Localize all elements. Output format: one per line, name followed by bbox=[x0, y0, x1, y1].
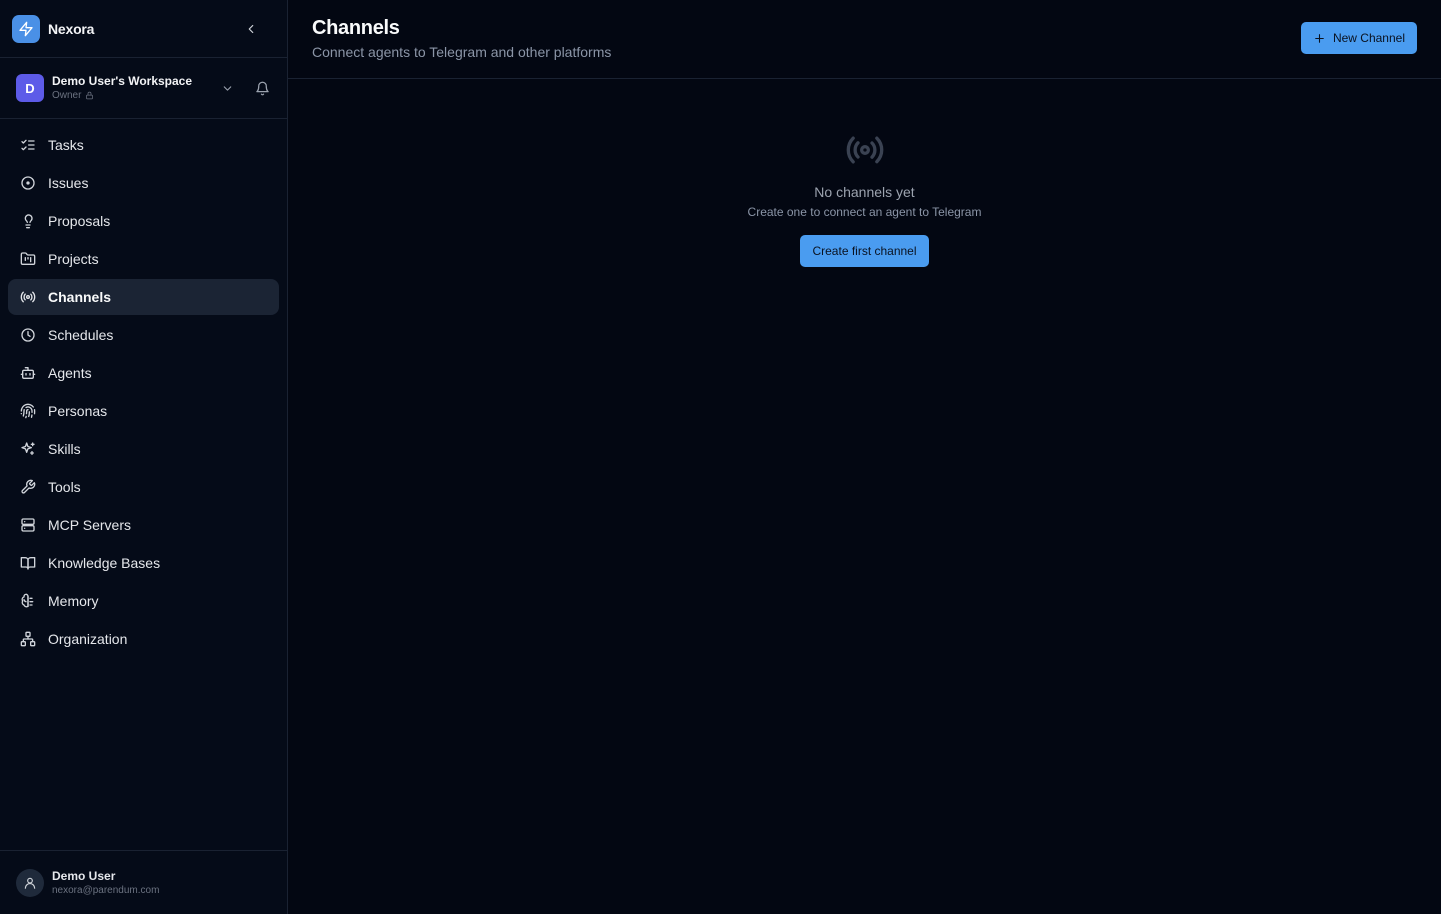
sidebar-item-schedules[interactable]: Schedules bbox=[8, 317, 279, 353]
empty-state-title: No channels yet bbox=[814, 184, 915, 200]
sidebar-item-label: Issues bbox=[48, 175, 89, 191]
user-name: Demo User bbox=[52, 868, 116, 883]
sidebar-item-projects[interactable]: Projects bbox=[8, 241, 279, 277]
sidebar-item-channels[interactable]: Channels bbox=[8, 279, 279, 315]
sidebar: Nexora D Demo User's Workspace Owner Tas… bbox=[0, 0, 288, 914]
sidebar-item-label: Skills bbox=[48, 441, 81, 457]
workspace-switcher[interactable]: D Demo User's Workspace Owner bbox=[0, 58, 287, 119]
sidebar-item-label: Memory bbox=[48, 593, 99, 609]
sidebar-item-agents[interactable]: Agents bbox=[8, 355, 279, 391]
chevron-left-icon bbox=[248, 24, 254, 33]
sidebar-item-label: Knowledge Bases bbox=[48, 555, 161, 571]
book-open-icon bbox=[20, 555, 36, 571]
list-checks-icon bbox=[20, 137, 36, 153]
empty-state-description: Create one to connect an agent to Telegr… bbox=[747, 205, 982, 219]
create-first-channel-button[interactable]: Create first channel bbox=[800, 235, 929, 267]
sidebar-item-skills[interactable]: Skills bbox=[8, 431, 279, 467]
sidebar-item-organization[interactable]: Organization bbox=[8, 621, 279, 657]
sparkles-icon bbox=[20, 441, 36, 457]
clock-icon bbox=[20, 327, 36, 343]
user-email: nexora@parendum.com bbox=[52, 884, 160, 896]
sidebar-item-label: Proposals bbox=[48, 213, 111, 229]
sidebar-item-proposals[interactable]: Proposals bbox=[8, 203, 279, 239]
folder-kanban-icon bbox=[20, 251, 36, 267]
empty-state: No channels yet Create one to connect an… bbox=[288, 130, 1441, 267]
bot-icon bbox=[20, 365, 36, 381]
workspace-avatar: D bbox=[16, 74, 44, 102]
brand-header: Nexora bbox=[0, 0, 287, 58]
brain-icon bbox=[20, 593, 36, 609]
sidebar-item-label: Tools bbox=[48, 479, 81, 495]
sidebar-nav: Tasks Issues Proposals Projects Channels bbox=[0, 119, 287, 667]
plus-icon bbox=[1315, 33, 1324, 43]
radio-icon bbox=[845, 130, 885, 170]
page-header: Channels Connect agents to Telegram and … bbox=[288, 0, 1441, 79]
sidebar-item-label: Organization bbox=[48, 631, 128, 647]
sidebar-item-memory[interactable]: Memory bbox=[8, 583, 279, 619]
new-channel-button[interactable]: New Channel bbox=[1300, 22, 1417, 54]
workspace-dropdown-button[interactable] bbox=[219, 80, 235, 96]
circle-dot-icon bbox=[20, 175, 36, 191]
sidebar-item-label: MCP Servers bbox=[48, 517, 131, 533]
sidebar-item-label: Agents bbox=[48, 365, 92, 381]
sidebar-item-label: Channels bbox=[48, 289, 112, 305]
lock-icon bbox=[86, 91, 94, 100]
fingerprint-icon bbox=[20, 403, 36, 419]
page-subtitle: Connect agents to Telegram and other pla… bbox=[312, 44, 612, 60]
brand-logo bbox=[12, 14, 40, 43]
sidebar-item-tasks[interactable]: Tasks bbox=[8, 127, 279, 163]
avatar bbox=[16, 868, 44, 897]
sidebar-item-label: Schedules bbox=[48, 327, 114, 343]
chevron-down-icon bbox=[223, 85, 231, 91]
sidebar-item-personas[interactable]: Personas bbox=[8, 393, 279, 429]
workspace-info: Demo User's Workspace Owner bbox=[52, 74, 192, 103]
sidebar-item-mcp-servers[interactable]: MCP Servers bbox=[8, 507, 279, 543]
radio-icon bbox=[20, 289, 36, 305]
zap-icon bbox=[19, 21, 33, 36]
sidebar-item-tools[interactable]: Tools bbox=[8, 469, 279, 505]
brand-name: Nexora bbox=[48, 20, 95, 37]
lightbulb-icon bbox=[20, 213, 36, 229]
sidebar-item-label: Projects bbox=[48, 251, 99, 267]
sidebar-item-knowledge-bases[interactable]: Knowledge Bases bbox=[8, 545, 279, 581]
server-icon bbox=[20, 517, 36, 533]
user-icon bbox=[24, 877, 36, 889]
sidebar-item-label: Personas bbox=[48, 403, 108, 419]
wrench-icon bbox=[20, 479, 36, 495]
workspace-role: Owner bbox=[52, 89, 82, 101]
workspace-name: Demo User's Workspace bbox=[52, 73, 193, 88]
new-channel-label: New Channel bbox=[1332, 31, 1405, 45]
notifications-button[interactable] bbox=[254, 80, 270, 96]
workspace-role-line: Owner bbox=[52, 89, 192, 103]
network-icon bbox=[20, 631, 36, 647]
sidebar-item-label: Tasks bbox=[48, 137, 84, 153]
page-title: Channels bbox=[312, 17, 400, 39]
sidebar-item-issues[interactable]: Issues bbox=[8, 165, 279, 201]
main-content: Channels Connect agents to Telegram and … bbox=[288, 0, 1441, 914]
user-profile[interactable]: Demo User nexora@parendum.com bbox=[0, 850, 287, 914]
collapse-sidebar-button[interactable] bbox=[241, 19, 261, 39]
bell-icon bbox=[255, 81, 269, 95]
user-info: Demo User nexora@parendum.com bbox=[52, 868, 159, 898]
